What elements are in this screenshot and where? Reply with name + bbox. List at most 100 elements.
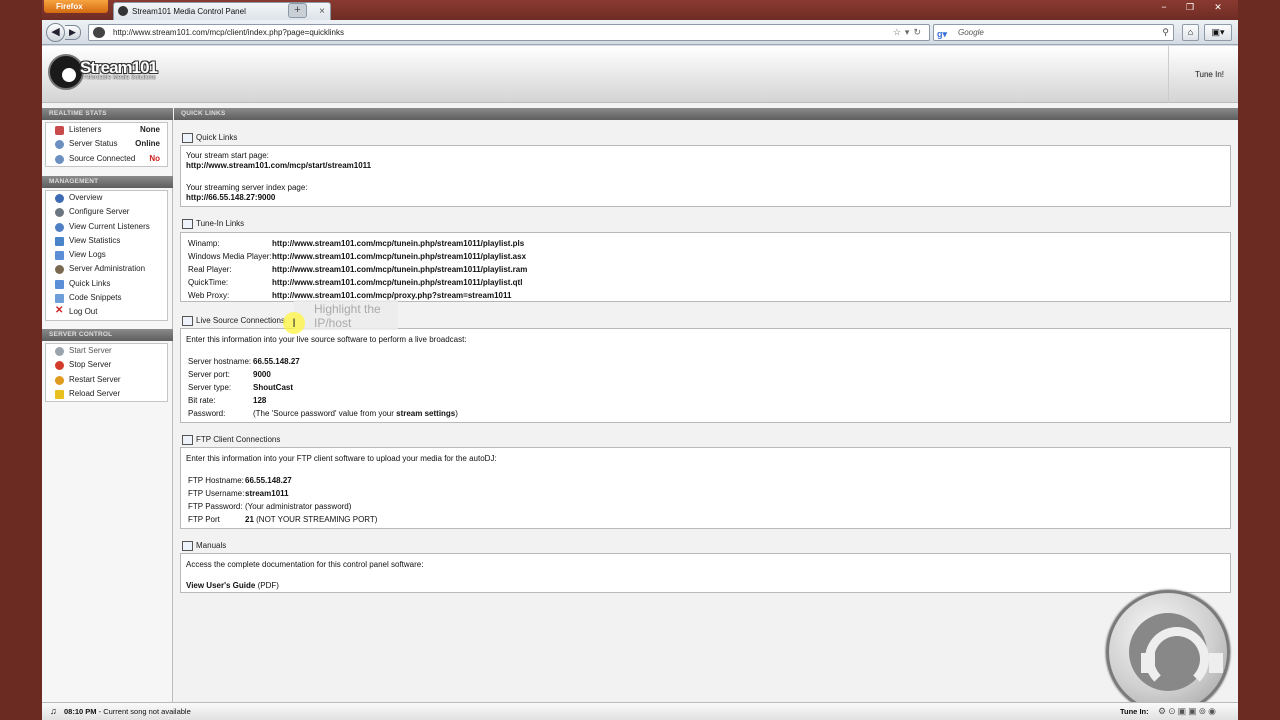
- live-source-panel: Enter this information into your live so…: [180, 328, 1231, 423]
- realtime-stats-heading: REALTIME STATS: [42, 108, 173, 120]
- server-status-icon: [55, 140, 64, 150]
- footer-player-icons[interactable]: ⚙⊙▣▣⊚◉: [1158, 703, 1218, 720]
- menu-label: Overview: [69, 193, 103, 202]
- user-guide-link[interactable]: View User's Guide: [186, 581, 255, 590]
- server-control-menu: Start Server Stop Server Restart Server …: [45, 343, 168, 403]
- footer-song: - Current song not available: [96, 707, 191, 716]
- close-window-icon[interactable]: ✕: [1208, 0, 1228, 14]
- menu-restart-server[interactable]: Restart Server: [46, 373, 167, 387]
- menu-reload-server[interactable]: Reload Server: [46, 387, 167, 401]
- tunein-link[interactable]: http://www.stream101.com/mcp/proxy.php?s…: [272, 291, 511, 300]
- sidebar: REALTIME STATS Listeners None Server Sta…: [42, 108, 173, 702]
- tunein-links-panel: Winamp: http://www.stream101.com/mcp/tun…: [180, 232, 1231, 302]
- stop-icon: [55, 361, 64, 371]
- menu-view-logs[interactable]: View Logs: [46, 248, 167, 262]
- annotation-line2: IP/host: [314, 316, 352, 330]
- source-connected-icon: [55, 154, 64, 164]
- menu-start-server[interactable]: Start Server: [46, 344, 167, 358]
- menu-configure-server[interactable]: Configure Server: [46, 205, 167, 219]
- footer-time: 08:10 PM: [64, 707, 97, 716]
- menu-server-administration[interactable]: Server Administration: [46, 262, 167, 276]
- ftp-host-label: FTP Hostname:: [188, 476, 244, 485]
- google-icon[interactable]: g▾: [937, 27, 947, 42]
- url-bar-icons[interactable]: ☆▾↻: [893, 25, 925, 40]
- users-icon: [55, 222, 64, 232]
- panel-title: Manuals: [196, 541, 227, 550]
- password-note: (The 'Source password' value from your s…: [253, 409, 458, 418]
- minimize-icon[interactable]: −: [1154, 0, 1174, 14]
- maximize-icon[interactable]: ❐: [1180, 0, 1200, 14]
- menu-quick-links[interactable]: Quick Links: [46, 277, 167, 291]
- site-identity-icon[interactable]: [93, 27, 105, 38]
- new-tab-button[interactable]: +: [288, 3, 307, 18]
- text-cursor-icon: I: [283, 312, 305, 334]
- menu-code-snippets[interactable]: Code Snippets: [46, 291, 167, 305]
- title-bar: Firefox Stream101 Media Control Panel × …: [42, 0, 1238, 20]
- home-icon[interactable]: ⌂: [1182, 24, 1199, 41]
- forward-button[interactable]: ▶: [65, 25, 81, 40]
- tab-close-icon[interactable]: ×: [319, 3, 325, 20]
- now-playing: 08:10 PM - Current song not available: [64, 703, 191, 720]
- tunein-label: Web Proxy:: [188, 291, 230, 300]
- quick-links-heading: QUICK LINKS: [174, 108, 1238, 120]
- info-icon: [55, 194, 64, 203]
- browser-window: Firefox Stream101 Media Control Panel × …: [42, 0, 1238, 720]
- reload-icon: [55, 389, 64, 399]
- tunein-label: Winamp:: [188, 239, 220, 248]
- start-page-label: Your stream start page:: [186, 151, 269, 160]
- menu-view-statistics[interactable]: View Statistics: [46, 234, 167, 248]
- tunein-link[interactable]: http://www.stream101.com/mcp/tunein.php/…: [272, 239, 524, 248]
- web-page: Stream101 Affordable Media Solutions Tun…: [42, 46, 1238, 720]
- tunein-link[interactable]: http://www.stream101.com/mcp/tunein.php/…: [272, 278, 522, 287]
- panel-title: Quick Links: [196, 133, 238, 142]
- menu-label: View Statistics: [69, 235, 121, 245]
- tunein-label: Windows Media Player:: [188, 252, 272, 261]
- menu-view-current-listeners[interactable]: View Current Listeners: [46, 220, 167, 234]
- menu-overview[interactable]: Overview: [46, 191, 167, 205]
- ftp-pass-label: FTP Password:: [188, 502, 243, 511]
- tunein-link[interactable]: http://www.stream101.com/mcp/tunein.php/…: [272, 265, 527, 274]
- search-icon[interactable]: ⚲: [1162, 25, 1169, 40]
- ftp-port-number: 21: [245, 515, 254, 524]
- firefox-menu-button[interactable]: Firefox: [44, 0, 108, 13]
- toolbar-menu-icon[interactable]: ▣▾: [1204, 24, 1232, 41]
- headphones-logo-icon[interactable]: [48, 54, 84, 90]
- index-page-link[interactable]: http://66.55.148.27:9000: [186, 193, 275, 202]
- server-type-label: Server type:: [188, 383, 232, 392]
- panel-title: Live Source Connections: [196, 316, 285, 325]
- ftp-pass-value: (Your administrator password): [245, 502, 352, 511]
- stat-value: No: [149, 153, 160, 163]
- live-source-title: Live Source Connections: [180, 315, 285, 327]
- stat-source-connected: Source Connected No: [46, 152, 167, 166]
- watermark-inner: [1129, 613, 1223, 691]
- url-text: http://www.stream101.com/mcp/client/inde…: [113, 28, 345, 37]
- user-guide: View User's Guide (PDF): [186, 581, 279, 590]
- status-footer: ♫ 08:10 PM - Current song not available …: [42, 702, 1238, 720]
- stream-settings-link[interactable]: stream settings: [396, 409, 455, 418]
- menu-label: Log Out: [69, 307, 98, 317]
- tunein-label: QuickTime:: [188, 278, 229, 287]
- admin-icon: [55, 265, 64, 275]
- site-favicon-icon: [118, 6, 128, 16]
- menu-log-out[interactable]: ✕ Log Out: [46, 305, 167, 319]
- tab-title: Stream101 Media Control Panel: [132, 7, 246, 16]
- stat-label: Listeners: [69, 125, 102, 134]
- start-page-link[interactable]: http://www.stream101.com/mcp/start/strea…: [186, 161, 371, 170]
- menu-label: View Current Listeners: [69, 221, 150, 231]
- tunein-link[interactable]: http://www.stream101.com/mcp/tunein.php/…: [272, 252, 526, 261]
- index-page-label: Your streaming server index page:: [186, 183, 308, 192]
- back-button[interactable]: ◀: [46, 23, 65, 42]
- address-bar[interactable]: http://www.stream101.com/mcp/client/inde…: [88, 24, 930, 41]
- link-icon: [55, 279, 64, 289]
- logout-icon: ✕: [55, 305, 64, 317]
- server-type-value: ShoutCast: [253, 383, 293, 392]
- ftp-title: FTP Client Connections: [180, 434, 280, 446]
- password-note-end: ): [455, 409, 458, 418]
- ftp-port-label: FTP Port: [188, 515, 220, 524]
- tune-in-link[interactable]: Tune In!: [1168, 46, 1228, 103]
- management-menu: Overview Configure Server View Current L…: [45, 190, 168, 321]
- search-box[interactable]: g▾ Google ⚲: [933, 24, 1174, 41]
- server-control-heading: SERVER CONTROL: [42, 329, 173, 341]
- user-guide-note: (PDF): [255, 581, 279, 590]
- menu-stop-server[interactable]: Stop Server: [46, 358, 167, 372]
